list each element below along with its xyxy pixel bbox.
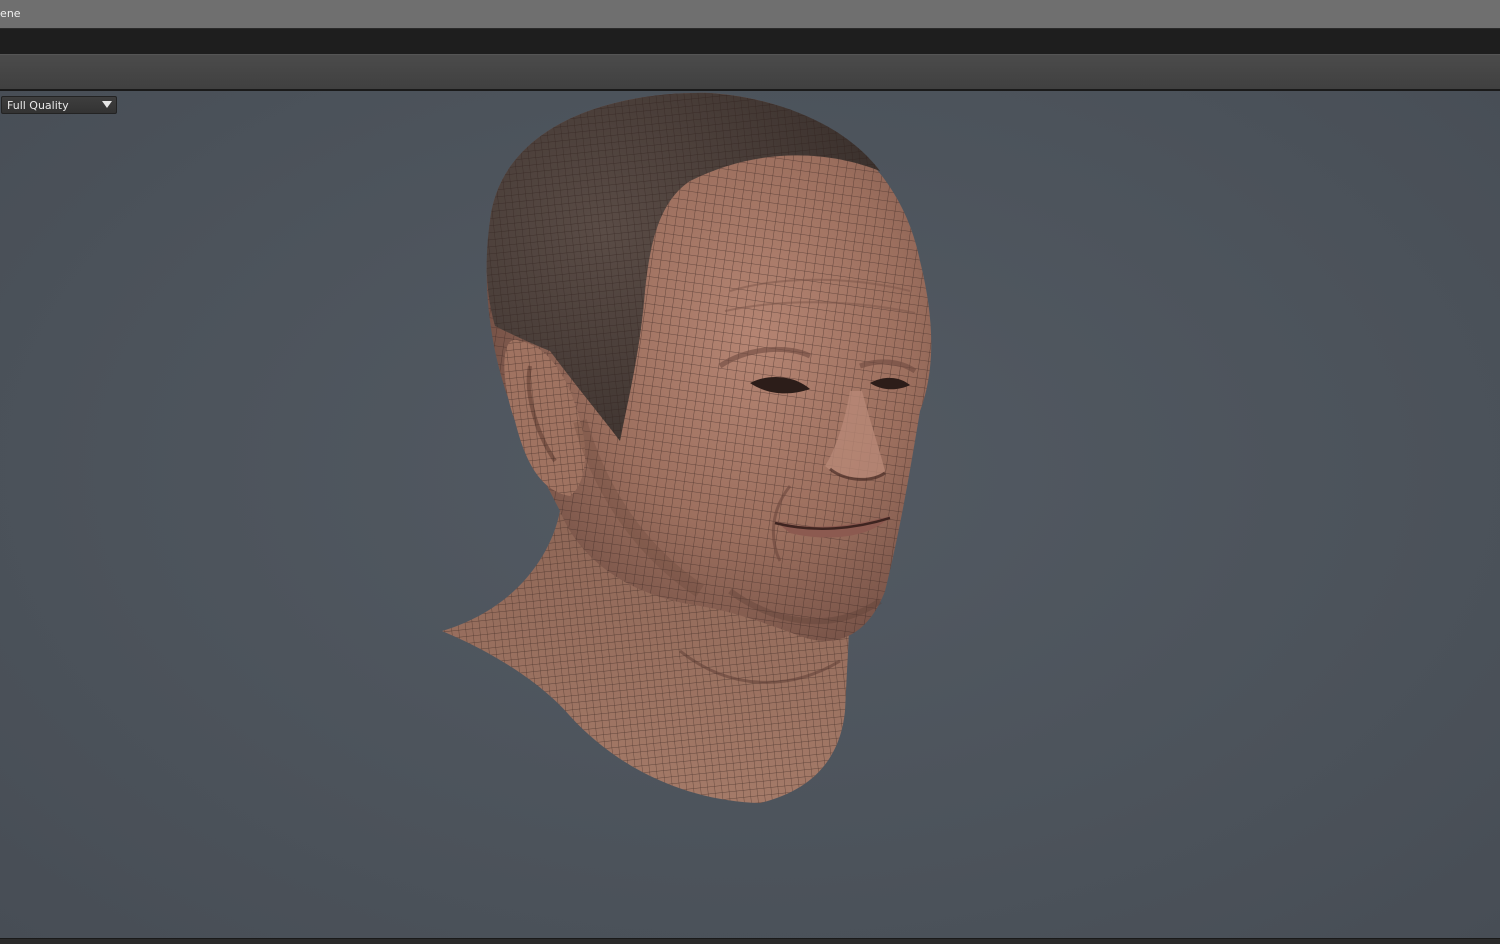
window-title: cene [0, 7, 21, 20]
3d-viewport[interactable]: Full Quality [0, 91, 1500, 938]
status-bar [0, 938, 1500, 944]
menu-bar [0, 28, 1500, 54]
chevron-down-icon [102, 101, 112, 108]
head-model[interactable] [430, 91, 950, 811]
title-bar: cene [0, 0, 1500, 28]
render-quality-value: Full Quality [7, 99, 69, 112]
toolbar [0, 54, 1500, 91]
render-quality-dropdown[interactable]: Full Quality [1, 96, 117, 114]
